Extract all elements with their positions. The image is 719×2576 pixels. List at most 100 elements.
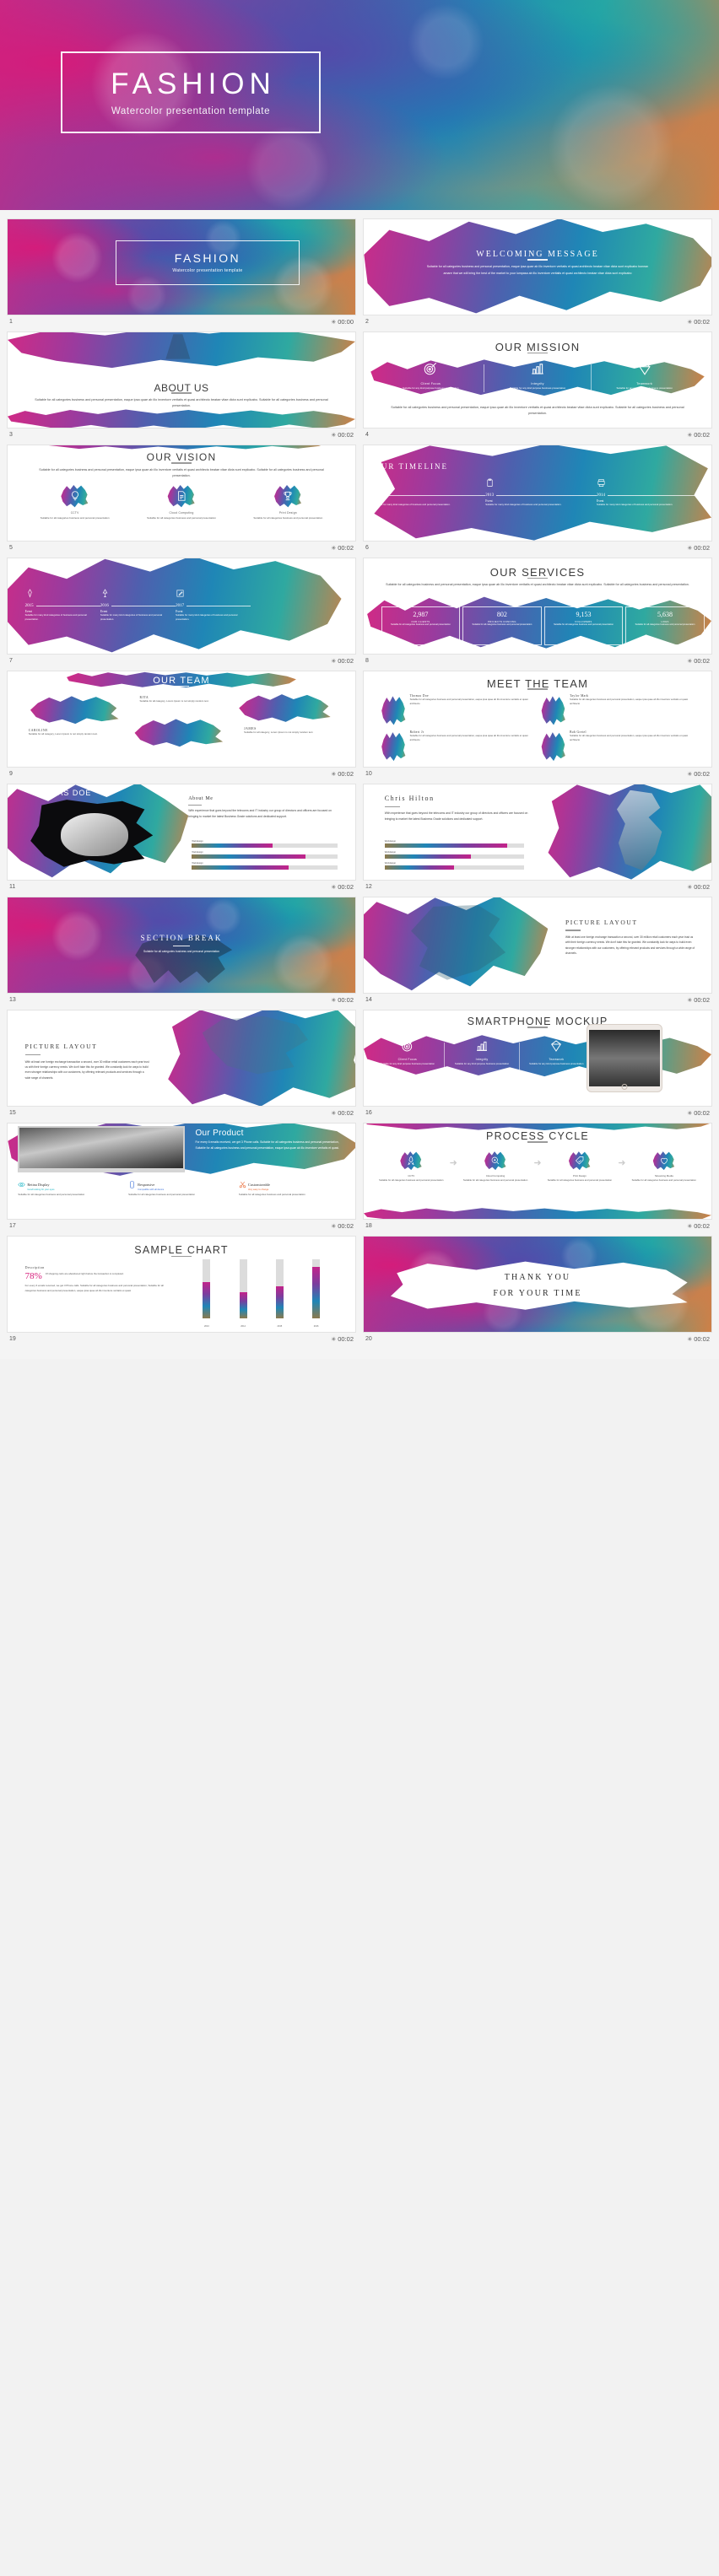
trophy-icon [284, 492, 292, 501]
slide-thumbnail-12[interactable]: Chris Hilton With experience that goes b… [363, 784, 712, 881]
slide-cell-19[interactable]: SAMPLE CHART Description 78% Of shopping… [7, 1236, 356, 1349]
slide-cell-16[interactable]: SMARTPHONE MOCKUP Client Focus Suitable … [363, 1010, 712, 1123]
stat-card-1[interactable]: 802 PROJECTS RUNNING Suitable for all ca… [462, 606, 542, 645]
bar-column-2[interactable] [275, 1259, 284, 1319]
slide-cell-4[interactable]: OUR MISSION Client Focus Suitable for an… [363, 331, 712, 445]
timeline-a-item-2[interactable]: 2014 Event Suitable for many kind catego… [597, 477, 708, 532]
slide-cell-8[interactable]: OUR SERVICES Suitable for all categories… [363, 558, 712, 671]
meet-member-3[interactable]: Bob Gretel Suitable for all categories b… [541, 730, 697, 763]
duration-text-13: 00:02 [338, 996, 354, 1004]
slide-cell-7[interactable]: 2015 Event Suitable for many kind catego… [7, 558, 356, 671]
slide-thumbnail-20[interactable]: THANK YOU FOR YOUR TIME [363, 1236, 712, 1333]
slide-thumbnail-6[interactable]: OUR TIMELINE 2012 Event Suitable for man… [363, 445, 712, 542]
slide-cell-9[interactable]: OUR TEAM CAROLINE Suitable for all categ… [7, 671, 356, 784]
slide-cell-15[interactable]: PICTURE LAYOUT With at least one foreign… [7, 1010, 356, 1123]
bar-chart [188, 1259, 334, 1319]
process-step-0[interactable]: CCTV Suitable for all categories busines… [374, 1151, 448, 1183]
slide1-frame: FASHION Watercolor presentation template [115, 240, 300, 285]
slide4-rule [527, 352, 548, 354]
timeline-a-item-1[interactable]: 2013 Event Suitable for many kind catego… [485, 477, 597, 532]
slide-cell-1[interactable]: FASHION Watercolor presentation template… [7, 218, 356, 331]
slide-number-14: 14 [365, 997, 372, 1003]
process-step-1[interactable]: Cloud Computing Suitable for all categor… [458, 1151, 532, 1183]
slide-thumbnail-14[interactable]: PICTURE LAYOUT With at least one foreign… [363, 897, 712, 994]
slide-thumbnail-10[interactable]: MEET THE TEAM Thomas Doe Suitable for al… [363, 671, 712, 768]
thankyou-line2: FOR YOUR TIME [493, 1288, 582, 1298]
slide-thumbnail-16[interactable]: SMARTPHONE MOCKUP Client Focus Suitable … [363, 1010, 712, 1107]
edit-icon [176, 590, 184, 597]
bar-column-1[interactable] [239, 1259, 247, 1319]
timeline-a-item-0[interactable]: 2012 Event Suitable for many kind catego… [374, 477, 486, 532]
bar-column-3[interactable] [312, 1259, 321, 1319]
stat-card-3[interactable]: 5,638 LIKES Suitable for all categories … [625, 606, 705, 645]
slide2-rule [527, 259, 548, 261]
slide-cell-3[interactable]: ABOUT US Suitable for all categories bus… [7, 331, 356, 445]
timeline-b-item-1[interactable]: 2016 Event Suitable for many kind catego… [100, 587, 176, 644]
slide-thumbnail-8[interactable]: OUR SERVICES Suitable for all categories… [363, 558, 712, 655]
slide-cell-17[interactable]: Our Product For every 6 emails received,… [7, 1123, 356, 1236]
slide-cell-14[interactable]: PICTURE LAYOUT With at least one foreign… [363, 897, 712, 1010]
team-member-2[interactable]: JAMES Suitable for all category, Lorem I… [244, 727, 344, 735]
process-step-3[interactable]: Streaming Media Suitable for all categor… [627, 1151, 701, 1183]
meet-member-1[interactable]: Taylor Mark Suitable for all categories … [541, 694, 697, 727]
vision-item-1[interactable]: Cloud Computing Suitable for all categor… [128, 483, 235, 536]
slide-cell-12[interactable]: Chris Hilton With experience that goes b… [363, 784, 712, 897]
slide-thumbnail-4[interactable]: OUR MISSION Client Focus Suitable for an… [363, 331, 712, 428]
mockup-item-1[interactable]: Integrity Suitable for any kind purpose … [445, 1039, 518, 1075]
slide-meta-16: 16 ✳ 00:02 [363, 1107, 712, 1119]
meet-member-0[interactable]: Thomas Doe Suitable for all categories b… [381, 694, 538, 727]
slide-cell-13[interactable]: SECTION BREAK Suitable for all categorie… [7, 897, 356, 1010]
slide-thumbnail-5[interactable]: OUR VISION Suitable for all categories b… [7, 445, 356, 542]
slide-thumbnail-1[interactable]: FASHION Watercolor presentation template [7, 218, 356, 315]
slide-thumbnail-9[interactable]: OUR TEAM CAROLINE Suitable for all categ… [7, 671, 356, 768]
slide-meta-12: 12 ✳ 00:02 [363, 881, 712, 893]
meet-member-2[interactable]: Robert Jr Suitable for all categories bu… [381, 730, 538, 763]
slide-thumbnail-3[interactable]: ABOUT US Suitable for all categories bus… [7, 331, 356, 428]
hero-subtitle: Watercolor presentation template [111, 105, 271, 116]
timeline-a-desc-0: Suitable for many kind categories of bus… [374, 503, 451, 507]
slide-thumbnail-13[interactable]: SECTION BREAK Suitable for all categorie… [7, 897, 356, 994]
mockup-item-2[interactable]: Teamwork Suitable for any kind purpose b… [520, 1039, 593, 1075]
timeline-b-item-2[interactable]: 2017 Event Suitable for many kind catego… [176, 587, 251, 644]
slide-thumbnail-7[interactable]: 2015 Event Suitable for many kind catego… [7, 558, 356, 655]
team-member-0[interactable]: CAROLINE Suitable for all category, Lore… [29, 729, 133, 736]
mission-item-1[interactable]: Integrity Suitable for any kind purpose … [484, 361, 591, 396]
bar-column-0[interactable] [203, 1259, 211, 1319]
slide-number-2: 2 [365, 319, 369, 325]
slide-thumbnail-2[interactable]: WELCOMING MESSAGE Suitable for all categ… [363, 218, 712, 315]
slide-thumbnail-11[interactable]: THOMAS DOE About Me With experience that… [7, 784, 356, 881]
stat-card-0[interactable]: 2,987 OUR CLIENTS Suitable for all categ… [381, 606, 461, 645]
mockup-item-0[interactable]: Client Focus Suitable for any kind purpo… [370, 1039, 444, 1075]
mission-item-2[interactable]: Teamwork Suitable for any kind purpose b… [592, 361, 698, 396]
product-feature-2[interactable]: Customizeable Very easy to change Suitab… [239, 1181, 345, 1217]
slide-meta-20: 20 ✳ 00:02 [363, 1333, 712, 1345]
timeline-a-items: 2012 Event Suitable for many kind catego… [374, 477, 708, 532]
slide-cell-10[interactable]: MEET THE TEAM Thomas Doe Suitable for al… [363, 671, 712, 784]
slide-cell-2[interactable]: WELCOMING MESSAGE Suitable for all categ… [363, 218, 712, 331]
slide-cell-11[interactable]: THOMAS DOE About Me With experience that… [7, 784, 356, 897]
slide-thumbnail-19[interactable]: SAMPLE CHART Description 78% Of shopping… [7, 1236, 356, 1333]
vision-item-0[interactable]: CCTV Suitable for all categories busines… [21, 483, 127, 536]
product-desc-2: Suitable for all categories business and… [238, 1192, 305, 1196]
slide-number-15: 15 [9, 1110, 16, 1116]
process-step-2[interactable]: Print Design Suitable for all categories… [543, 1151, 617, 1183]
slide-thumbnail-15[interactable]: PICTURE LAYOUT With at least one foreign… [7, 1010, 356, 1107]
slide-thumbnail-17[interactable]: Our Product For every 6 emails received,… [7, 1123, 356, 1220]
team-member-1[interactable]: RITA Suitable for all category, Lorem Ip… [140, 696, 237, 703]
slide-cell-18[interactable]: PROCESS CYCLE CCTV Suitable for all cate… [363, 1123, 712, 1236]
slide-thumbnail-18[interactable]: PROCESS CYCLE CCTV Suitable for all cate… [363, 1123, 712, 1220]
vision-item-2[interactable]: Print Design Suitable for all categories… [235, 483, 341, 536]
slide8-paragraph: Suitable for all categories business and… [386, 583, 689, 587]
slide-cell-6[interactable]: OUR TIMELINE 2012 Event Suitable for man… [363, 445, 712, 558]
product-feature-0[interactable]: Retina Display Good looking for your eye… [18, 1181, 124, 1217]
slide-cell-5[interactable]: OUR VISION Suitable for all categories b… [7, 445, 356, 558]
slide-cell-20[interactable]: THANK YOU FOR YOUR TIME 20 ✳ 00:02 [363, 1236, 712, 1349]
mission-item-0[interactable]: Client Focus Suitable for any kind purpo… [377, 361, 484, 396]
slide14-text: With at least one foreign exchange trans… [565, 935, 695, 956]
timeline-b-item-0[interactable]: 2015 Event Suitable for many kind catego… [25, 587, 100, 644]
stat-card-2[interactable]: 9,153 FOLLOWERS Suitable for all categor… [543, 606, 624, 645]
slide-duration-1: ✳ 00:00 [331, 318, 354, 326]
product-feature-1[interactable]: Responsive Compatible with all device Su… [128, 1181, 235, 1217]
phone-home-button[interactable] [621, 1084, 628, 1091]
slide1-title: FASHION [174, 251, 241, 266]
